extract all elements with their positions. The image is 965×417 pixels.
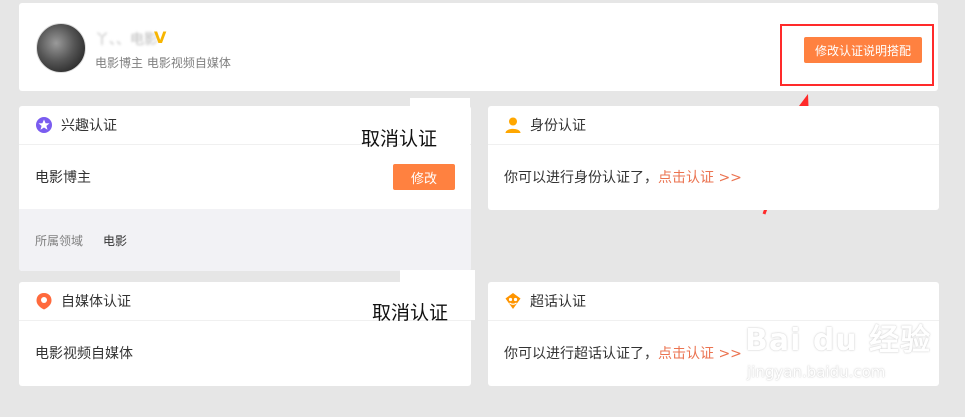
cancel-certification-annotation: 取消认证 <box>372 302 449 324</box>
avatar[interactable] <box>36 23 86 73</box>
profile-description: 电影博主 电影视频自媒体 <box>95 56 231 70</box>
media-cert-item: 电影视频自媒体 <box>35 346 133 362</box>
media-cert-row: 电影视频自媒体 <box>19 321 471 385</box>
interest-cert-title: 兴趣认证 <box>61 118 117 134</box>
modify-button[interactable]: 修改 <box>393 164 455 190</box>
watermark-brand: Bai du 经验 <box>745 323 932 358</box>
identity-cert-row: 你可以进行身份认证了， 点击认证 >> <box>488 145 939 209</box>
highlight-box <box>780 24 934 86</box>
profile-name[interactable]: 丫、、电影 <box>95 29 158 49</box>
topic-cert-prompt: 你可以进行超话认证了， <box>504 346 658 362</box>
identity-cert-header: 身份认证 <box>488 106 939 145</box>
identity-cert-title: 身份认证 <box>530 118 586 134</box>
verified-badge-icon: V <box>154 28 167 47</box>
super-topic-icon <box>505 293 521 309</box>
domain-value: 电影 <box>103 233 128 248</box>
interest-domain-row: 所属领域 电影 <box>19 209 471 271</box>
identity-cert-prompt: 你可以进行身份认证了， <box>504 170 658 186</box>
topic-cert-link[interactable]: 点击认证 >> <box>658 343 742 363</box>
topic-cert-title: 超话认证 <box>530 294 586 310</box>
identity-cert-link[interactable]: 点击认证 >> <box>658 167 742 187</box>
watermark: Bai du 经验 jingyan.baidu.com <box>745 315 931 381</box>
star-badge-icon <box>36 117 52 133</box>
identity-cert-card: 身份认证 你可以进行身份认证了， 点击认证 >> <box>488 106 939 210</box>
person-icon <box>505 117 521 133</box>
domain-label: 所属领域 <box>35 233 84 248</box>
interest-cert-row: 电影博主 修改 <box>19 145 471 209</box>
cancel-certification-annotation: 取消认证 <box>361 128 438 150</box>
media-badge-icon <box>36 293 52 310</box>
media-cert-title: 自媒体认证 <box>61 294 131 310</box>
interest-cert-item: 电影博主 <box>35 170 91 186</box>
watermark-url: jingyan.baidu.com <box>747 363 886 381</box>
